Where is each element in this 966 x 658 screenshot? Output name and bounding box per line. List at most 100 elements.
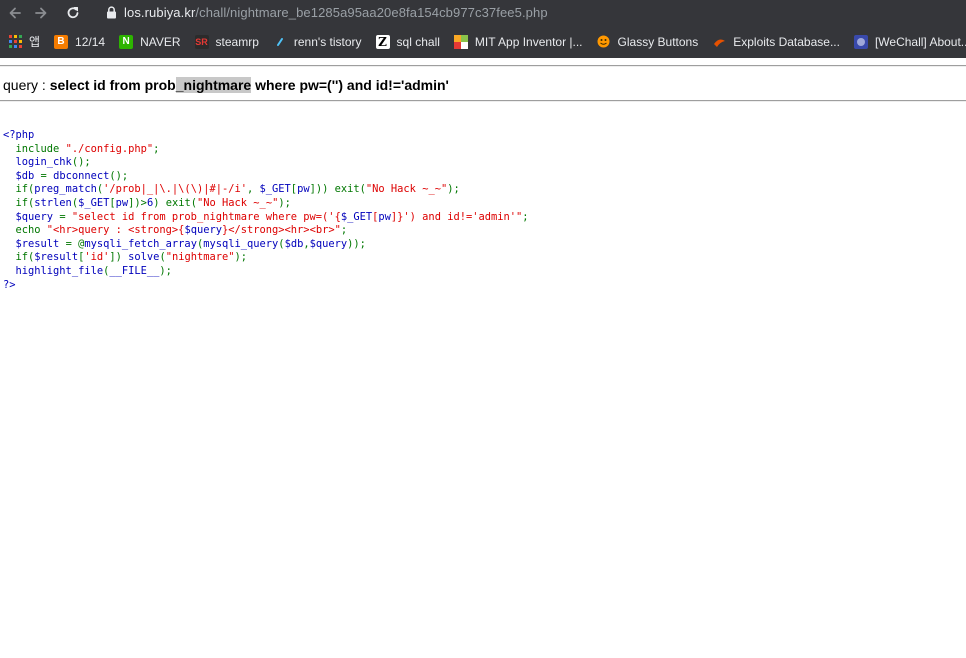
app-inventor-icon bbox=[453, 34, 468, 49]
browser-toolbar: los.rubiya.kr/chall/nightmare_be1285a95a… bbox=[0, 0, 966, 25]
code-token: ; bbox=[340, 224, 348, 237]
bookmark-label: NAVER bbox=[140, 34, 181, 49]
divider bbox=[0, 65, 966, 67]
arrow-right-icon bbox=[35, 7, 47, 18]
bookmarks-bar: 앱 B 12/14 N NAVER SR steamrp renn's tist… bbox=[0, 25, 966, 58]
code-token: $db bbox=[284, 237, 304, 250]
code-token: "select id from prob_nightmare where pw=… bbox=[71, 210, 341, 223]
code-token: preg_match bbox=[34, 183, 97, 196]
code-line: if(strlen($_GET[pw])>6) exit("No Hack ~_… bbox=[3, 197, 529, 211]
reload-button[interactable] bbox=[60, 0, 86, 25]
blogger-icon: B bbox=[54, 34, 69, 49]
bookmark-label: MIT App Inventor |... bbox=[474, 34, 583, 49]
code-token: if( bbox=[3, 251, 35, 264]
arrow-left-icon bbox=[9, 7, 21, 18]
code-token: ])) exit( bbox=[309, 183, 366, 196]
bookmark-steamrp[interactable]: SR steamrp bbox=[194, 25, 259, 58]
naver-icon: N bbox=[119, 34, 134, 49]
back-button[interactable] bbox=[2, 0, 28, 25]
code-line: $query = "select id from prob_nightmare … bbox=[3, 211, 529, 225]
code-token: __FILE__ bbox=[109, 264, 160, 277]
bookmark-label: steamrp bbox=[215, 34, 259, 49]
code-token: ])> bbox=[128, 196, 147, 209]
forward-button[interactable] bbox=[28, 0, 54, 25]
code-token: "nightmare" bbox=[165, 251, 235, 264]
code-token: mysqli_fetch_array bbox=[84, 237, 197, 250]
code-token: pw bbox=[297, 183, 310, 196]
tistory-icon bbox=[273, 35, 287, 49]
bookmark-mit-app-inventor[interactable]: MIT App Inventor |... bbox=[453, 25, 583, 58]
code-line: echo "<hr>query : <strong>{$query}</stro… bbox=[3, 224, 529, 238]
bookmark-label: sql chall bbox=[396, 34, 440, 49]
bookmark-exploits-database[interactable]: Exploits Database... bbox=[712, 25, 840, 58]
code-token: <?php bbox=[3, 129, 35, 141]
code-token: ; bbox=[153, 142, 160, 155]
code-token: }') and id!='admin'" bbox=[397, 210, 523, 223]
bookmark-sql-chall[interactable]: Z sql chall bbox=[375, 25, 440, 58]
code-token: $query bbox=[3, 210, 60, 223]
php-source-code: <?php include "./config.php"; login_chk(… bbox=[3, 129, 529, 292]
code-token: pw bbox=[115, 196, 129, 209]
code-token: ; bbox=[522, 210, 529, 223]
code-token: }</strong><hr><br>" bbox=[221, 224, 341, 237]
code-token: ); bbox=[447, 183, 460, 196]
code-token: '/prob|_|\.|\(\)|#|-/i' bbox=[103, 183, 247, 196]
address-bar[interactable]: los.rubiya.kr/chall/nightmare_be1285a95a… bbox=[96, 0, 966, 25]
code-token: highlight_file bbox=[3, 264, 104, 277]
divider bbox=[0, 100, 966, 102]
code-token: (); bbox=[71, 156, 91, 169]
code-token: $result bbox=[3, 237, 66, 250]
bookmark-blogger[interactable]: B 12/14 bbox=[54, 25, 105, 58]
code-line: if($result['id']) solve("nightmare"); bbox=[3, 251, 529, 265]
code-token: $_GET bbox=[340, 210, 373, 223]
url-path: /chall/nightmare_be1285a95aa20e8fa154cb9… bbox=[195, 5, 548, 20]
steamrp-icon: SR bbox=[194, 34, 209, 49]
code-token: $query bbox=[309, 237, 348, 250]
code-token: $result bbox=[34, 251, 79, 264]
code-token: = @ bbox=[65, 237, 85, 250]
code-token: ); bbox=[159, 264, 172, 277]
url-text[interactable]: los.rubiya.kr/chall/nightmare_be1285a95a… bbox=[124, 5, 548, 20]
code-token: echo bbox=[3, 224, 47, 237]
bookmark-label: Exploits Database... bbox=[733, 34, 840, 49]
code-token: mysqli_query bbox=[203, 237, 279, 250]
code-token: solve bbox=[128, 251, 160, 264]
code-token: $_GET bbox=[259, 183, 291, 196]
code-token: , bbox=[247, 183, 260, 196]
bookmark-label: renn's tistory bbox=[293, 34, 362, 49]
code-token: strlen bbox=[34, 196, 72, 209]
code-token: ); bbox=[234, 251, 248, 264]
code-line: <?php bbox=[3, 129, 529, 143]
code-token: ?> bbox=[3, 278, 16, 291]
bookmark-label: 12/14 bbox=[75, 34, 106, 49]
code-token: ); bbox=[278, 196, 291, 209]
code-token: $db bbox=[3, 169, 41, 182]
bookmark-apps[interactable]: 앱 bbox=[8, 25, 40, 58]
code-token: ]) bbox=[109, 251, 129, 264]
code-token: (); bbox=[109, 169, 129, 182]
code-token: include bbox=[3, 142, 66, 155]
code-token: ) exit( bbox=[153, 196, 197, 209]
query-display: query : select id from prob_nightmare wh… bbox=[3, 77, 449, 93]
bookmark-glassy-buttons[interactable]: Glassy Buttons bbox=[597, 25, 698, 58]
code-token: = bbox=[40, 169, 54, 182]
code-line: $db = dbconnect(); bbox=[3, 170, 529, 184]
query-prefix: query : bbox=[3, 77, 50, 93]
bookmark-wechall[interactable]: [WeChall] About... bbox=[853, 25, 966, 58]
lock-icon bbox=[104, 6, 118, 20]
code-line: include "./config.php"; bbox=[3, 143, 529, 157]
bookmark-naver[interactable]: N NAVER bbox=[119, 25, 181, 58]
page-content: query : select id from prob_nightmare wh… bbox=[0, 58, 966, 658]
code-token: )); bbox=[347, 237, 366, 250]
code-line: login_chk(); bbox=[3, 156, 529, 170]
code-token: $_GET bbox=[78, 196, 110, 209]
apps-grid-icon bbox=[8, 35, 22, 49]
reload-icon bbox=[67, 6, 79, 18]
code-token: login_chk bbox=[3, 156, 72, 169]
code-line: $result = @mysqli_fetch_array(mysqli_que… bbox=[3, 238, 529, 252]
code-line: ?> bbox=[3, 279, 529, 293]
code-token: "./config.php" bbox=[65, 142, 154, 155]
code-line: if(preg_match('/prob|_|\.|\(\)|#|-/i', $… bbox=[3, 183, 529, 197]
bookmark-tistory[interactable]: renn's tistory bbox=[273, 25, 362, 58]
code-line: highlight_file(__FILE__); bbox=[3, 265, 529, 279]
